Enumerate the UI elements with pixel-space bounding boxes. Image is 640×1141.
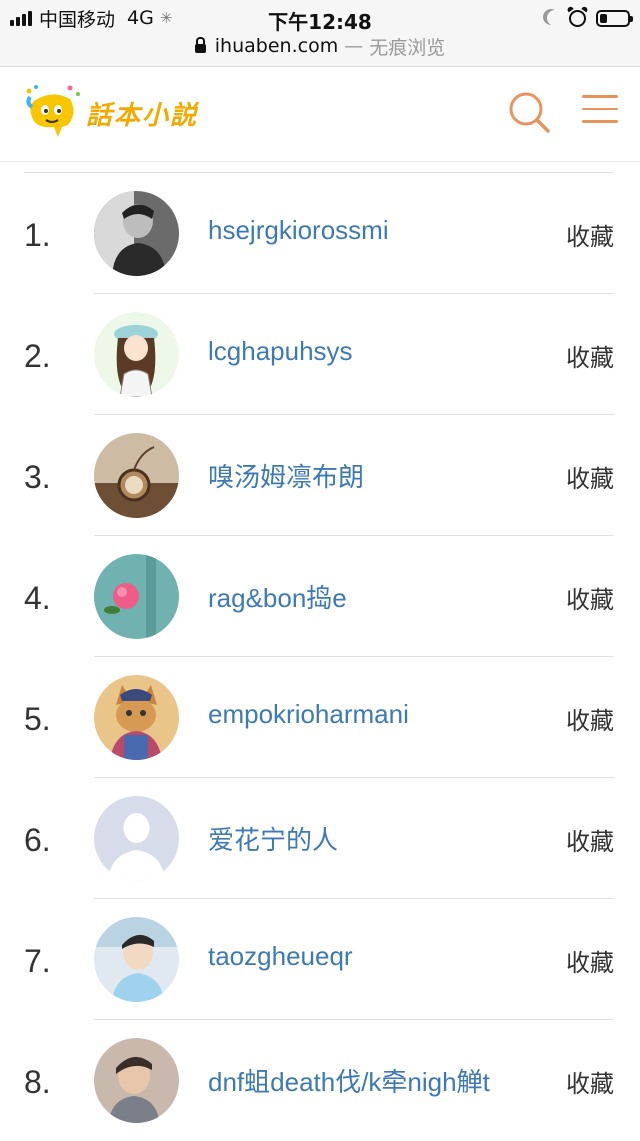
signal-strength-icon xyxy=(10,10,32,26)
avatar[interactable] xyxy=(94,433,179,518)
avatar-image xyxy=(94,554,179,639)
author-name-link[interactable]: empokrioharmani xyxy=(208,699,409,730)
avatar[interactable] xyxy=(94,917,179,1002)
network-type-label: 4G xyxy=(127,7,154,29)
rank-number: 3. xyxy=(24,459,51,495)
rank-number: 4. xyxy=(24,580,51,616)
avatar-image xyxy=(94,433,179,518)
rank-number: 8. xyxy=(24,1064,51,1100)
search-icon[interactable] xyxy=(506,89,552,135)
favorite-button[interactable]: 收藏 xyxy=(566,943,614,978)
list-item[interactable]: 1. hsejrgkiorossmi 收藏 xyxy=(0,173,640,294)
avatar-image xyxy=(94,312,179,397)
avatar[interactable] xyxy=(94,554,179,639)
status-left: 中国移动 4G ✳ xyxy=(10,6,173,31)
list-item[interactable]: 2. lcghapuhsys 收藏 xyxy=(0,294,640,415)
hamburger-menu-icon[interactable] xyxy=(582,95,618,125)
list-item[interactable]: 3. 嗅汤姆凛布朗 收藏 xyxy=(0,415,640,536)
list-item[interactable]: 7. taozgheueqr 收藏 xyxy=(0,899,640,1020)
carrier-label: 中国移动 xyxy=(39,8,116,31)
avatar-image xyxy=(94,917,179,1002)
favorite-button[interactable]: 收藏 xyxy=(566,701,614,736)
list-item[interactable]: 4. rag&bon捣e 收藏 xyxy=(0,536,640,657)
avatar[interactable] xyxy=(94,312,179,397)
author-name-link[interactable]: dnf蛆death伐/k牵nigh觯t xyxy=(208,1062,490,1099)
rank-number: 6. xyxy=(24,822,51,858)
rank-number: 5. xyxy=(24,701,51,737)
logo-text[interactable]: 話本小説 xyxy=(86,95,198,132)
site-header: 話本小説 xyxy=(0,67,640,162)
default-avatar-icon xyxy=(94,796,179,881)
favorite-button[interactable]: 收藏 xyxy=(566,217,614,252)
rank-number: 1. xyxy=(24,217,51,253)
author-name-link[interactable]: taozgheueqr xyxy=(208,941,353,972)
logo-icon[interactable] xyxy=(22,83,84,141)
rank-number: 7. xyxy=(24,943,51,979)
status-bar: 中国移动 4G ✳ 下午12:48 ihuaben.com — 无痕浏览 xyxy=(0,0,640,67)
avatar[interactable] xyxy=(94,796,179,881)
list-item[interactable]: 5. empokrioharmani 收藏 xyxy=(0,657,640,778)
favorite-button[interactable]: 收藏 xyxy=(566,822,614,857)
avatar-image xyxy=(94,191,179,276)
favorite-button[interactable]: 收藏 xyxy=(566,338,614,373)
private-browsing-label: 无痕浏览 xyxy=(369,36,446,59)
url-separator: — xyxy=(344,35,364,57)
lock-icon xyxy=(194,37,206,53)
battery-icon xyxy=(596,9,633,27)
favorite-button[interactable]: 收藏 xyxy=(566,580,614,615)
author-name-link[interactable]: 爱花宁的人 xyxy=(208,820,338,857)
address-bar[interactable]: ihuaben.com — 无痕浏览 xyxy=(0,34,640,59)
status-right xyxy=(543,7,633,29)
avatar[interactable] xyxy=(94,675,179,760)
author-ranking-list: 1. hsejrgkiorossmi 收藏 2. lcghapuhsys 收藏 … xyxy=(0,173,640,1141)
loading-spinner-icon: ✳ xyxy=(159,9,173,27)
favorite-button[interactable]: 收藏 xyxy=(566,1064,614,1099)
do-not-disturb-icon xyxy=(547,10,563,26)
author-name-link[interactable]: 嗅汤姆凛布朗 xyxy=(208,457,364,494)
avatar-image xyxy=(94,675,179,760)
rank-number: 2. xyxy=(24,338,51,374)
list-item[interactable]: 8. dnf蛆death伐/k牵nigh觯t 收藏 xyxy=(0,1020,640,1141)
author-name-link[interactable]: hsejrgkiorossmi xyxy=(208,215,389,246)
avatar[interactable] xyxy=(94,191,179,276)
alarm-icon xyxy=(569,9,586,27)
author-name-link[interactable]: rag&bon捣e xyxy=(208,578,347,615)
avatar[interactable] xyxy=(94,1038,179,1123)
favorite-button[interactable]: 收藏 xyxy=(566,459,614,494)
author-name-link[interactable]: lcghapuhsys xyxy=(208,336,353,367)
avatar-image xyxy=(94,1038,179,1123)
list-item[interactable]: 6. 爱花宁的人 收藏 xyxy=(0,778,640,899)
url-domain: ihuaben.com xyxy=(214,35,339,57)
